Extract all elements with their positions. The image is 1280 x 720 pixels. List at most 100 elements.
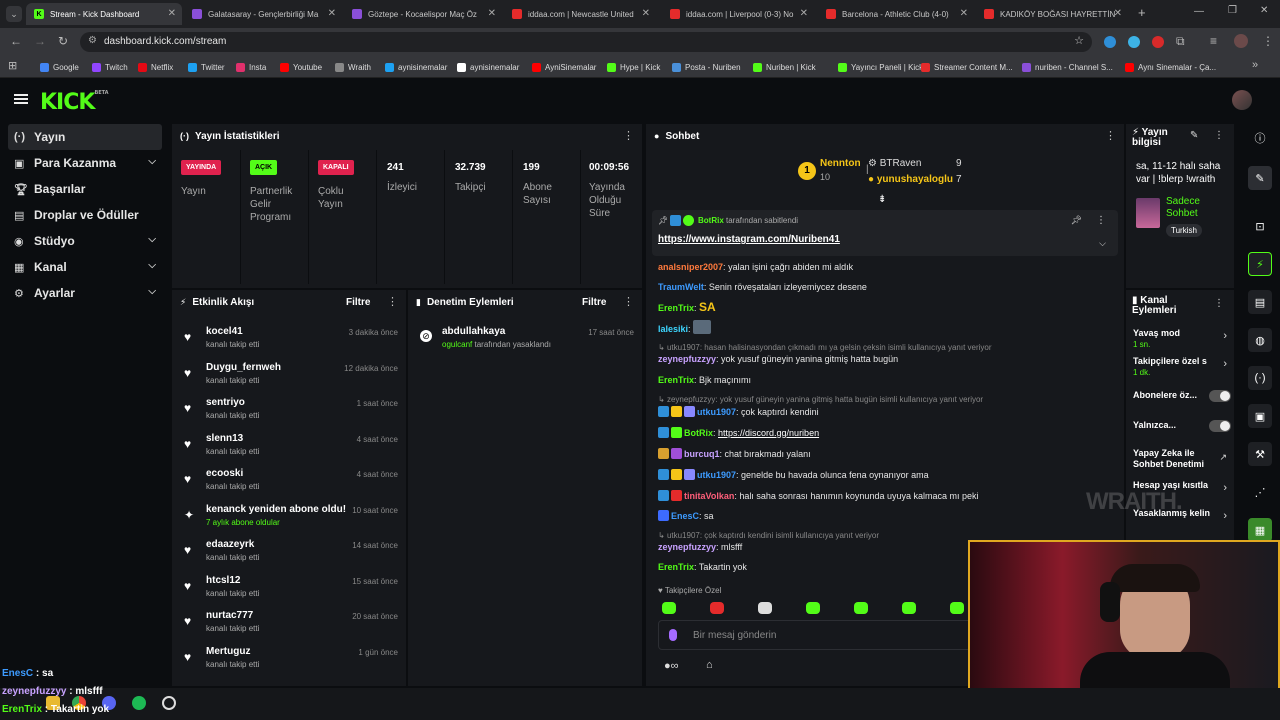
extension-icon[interactable] bbox=[1128, 36, 1140, 48]
scan-icon[interactable]: ⊡ bbox=[1248, 214, 1272, 238]
obs-icon[interactable] bbox=[162, 696, 176, 710]
profile-avatar[interactable] bbox=[1234, 34, 1248, 48]
chat-username[interactable]: zeynepfuzzyy bbox=[658, 542, 716, 552]
close-icon[interactable]: ✕ bbox=[488, 8, 496, 19]
bookmark-item[interactable]: Aynı Sinemalar - Ça... bbox=[1125, 60, 1216, 74]
sidebar-item-basarilar[interactable]: 🏆︎ Başarılar bbox=[8, 176, 162, 202]
emote-icon[interactable] bbox=[806, 602, 820, 614]
bookmark-item[interactable]: Streamer Content M... bbox=[921, 60, 1013, 74]
apps-grid-icon[interactable]: ⊞ bbox=[8, 59, 17, 72]
bookmark-item[interactable]: Twitter bbox=[188, 60, 225, 74]
more-options-icon[interactable]: ⋮ bbox=[1096, 215, 1106, 226]
sidebar-item-studyo[interactable]: ◉ Stüdyo ⌵ bbox=[8, 228, 162, 254]
edit-icon[interactable]: ✎ bbox=[1248, 166, 1272, 190]
more-options-icon[interactable]: ⋮ bbox=[387, 295, 398, 308]
chat-message[interactable]: lalesiki: bbox=[658, 320, 713, 334]
chat-message[interactable]: BotRix: https://discord.gg/nuriben bbox=[658, 427, 819, 438]
bookmark-item[interactable]: Nuriben | Kick bbox=[753, 60, 816, 74]
chat-message[interactable]: zeynepfuzzyy: mlsfff bbox=[658, 542, 742, 552]
tab-kick-dashboard[interactable]: K Stream - Kick Dashboard ✕ bbox=[26, 3, 182, 25]
category-thumbnail[interactable] bbox=[1136, 198, 1160, 228]
menu-icon[interactable]: ⋮ bbox=[1262, 34, 1274, 48]
chat-message[interactable]: analsniper2007: yalan işini çağrı abiden… bbox=[658, 262, 853, 272]
minimize-icon[interactable]: — bbox=[1194, 6, 1204, 17]
bookmark-item[interactable]: AyniSinemalar bbox=[532, 60, 596, 74]
chat-message[interactable]: utku1907: çok kaptırdı kendini bbox=[658, 406, 819, 417]
channel-action-item[interactable]: Takipçilere özel s1 dk. › bbox=[1133, 356, 1231, 382]
emote-icon[interactable] bbox=[902, 602, 916, 614]
bookmark-item[interactable]: Netflix bbox=[138, 60, 173, 74]
wrench-icon[interactable]: ⚒ bbox=[1248, 442, 1272, 466]
more-options-icon[interactable]: ⋮ bbox=[623, 129, 634, 142]
bookmark-item[interactable]: Google bbox=[40, 60, 79, 74]
extension-shield-icon[interactable] bbox=[1104, 36, 1116, 48]
extensions-puzzle-icon[interactable]: ⧉ bbox=[1176, 34, 1185, 49]
media-control-icon[interactable]: ≡ bbox=[1210, 34, 1217, 48]
site-info-icon[interactable]: ⚙ bbox=[88, 35, 97, 46]
channel-action-item[interactable]: Yavaş mod 1 sn. › bbox=[1133, 328, 1231, 354]
edit-icon[interactable]: ✎ bbox=[1190, 130, 1198, 141]
chat-username[interactable]: utku1907 bbox=[697, 407, 736, 417]
toggle-switch[interactable] bbox=[1209, 420, 1231, 432]
filter-button[interactable]: Filtre bbox=[582, 297, 606, 308]
bookmark-item[interactable]: Posta - Nuriben bbox=[672, 60, 741, 74]
back-icon[interactable]: ← bbox=[10, 34, 22, 48]
tab-kadikoy[interactable]: KADIKÖY BOĞASI HAYRETTİN ✕ bbox=[976, 3, 1128, 25]
user-avatar[interactable] bbox=[1232, 90, 1252, 110]
emote-icon[interactable] bbox=[950, 602, 964, 614]
channel-action-item[interactable]: Abonelere öz... bbox=[1133, 390, 1231, 416]
bookmark-star-icon[interactable]: ☆ bbox=[1074, 34, 1084, 47]
channel-action-item[interactable]: Yapay Zeka ile Sohbet Denetimi ↗ bbox=[1133, 448, 1231, 474]
reload-icon[interactable]: ↻ bbox=[58, 34, 68, 48]
broadcast-icon[interactable]: (·) bbox=[1248, 366, 1272, 390]
close-icon[interactable]: ✕ bbox=[642, 8, 650, 19]
emote-icon[interactable] bbox=[854, 602, 868, 614]
kick-logo[interactable]: KICKBETA bbox=[40, 90, 109, 115]
sidebar-item-para-kazanma[interactable]: ▣ Para Kazanma ⌵ bbox=[8, 150, 162, 176]
more-options-icon[interactable]: ⋮ bbox=[1214, 130, 1224, 141]
more-bookmarks-icon[interactable]: » bbox=[1252, 59, 1258, 71]
emote-icon[interactable] bbox=[710, 602, 724, 614]
chat-username[interactable]: lalesiki bbox=[658, 324, 688, 334]
bookmark-item[interactable]: Wraith bbox=[335, 60, 371, 74]
url-field[interactable]: ⚙ dashboard.kick.com/stream ☆ bbox=[80, 32, 1092, 52]
window-close-icon[interactable]: ✕ bbox=[1260, 5, 1268, 16]
tab-iddaa-newcastle[interactable]: iddaa.com | Newcastle United ✕ bbox=[504, 3, 656, 25]
chat-username[interactable]: ErenTrix bbox=[658, 562, 694, 572]
tag-badge[interactable]: Turkish bbox=[1166, 224, 1202, 237]
tab-search-icon[interactable]: ⌄ bbox=[6, 6, 22, 22]
chat-username[interactable]: TraumWelt bbox=[658, 282, 704, 292]
tab-barcelona[interactable]: Barcelona - Athletic Club (4-0) ✕ bbox=[818, 3, 974, 25]
chat-username[interactable]: utku1907 bbox=[697, 470, 736, 480]
bookmark-item[interactable]: nuriben - Channel S... bbox=[1022, 60, 1113, 74]
emote-icon[interactable] bbox=[662, 602, 676, 614]
reply-context[interactable]: ↳ utku1907: hasan halisinasyondan çıkmad… bbox=[658, 343, 992, 352]
pinned-link[interactable]: https://www.instagram.com/Nuriben41 bbox=[658, 234, 840, 245]
leader-name[interactable]: Nennton bbox=[820, 158, 861, 169]
chat-username[interactable]: tinitaVolkan bbox=[684, 491, 734, 501]
chat-message[interactable]: TraumWelt: Senin röveşataları izleyemiyc… bbox=[658, 282, 867, 292]
green-app-icon[interactable]: ▦ bbox=[1248, 518, 1272, 542]
sidebar-item-ayarlar[interactable]: ⚙ Ayarlar ⌵ bbox=[8, 280, 162, 306]
chat-message[interactable]: tinitaVolkan: halı saha sonrası hanımın … bbox=[658, 490, 979, 501]
close-icon[interactable]: ✕ bbox=[800, 8, 808, 19]
bookmark-item[interactable]: aynisinemalar bbox=[385, 60, 447, 74]
chat-username[interactable]: BotRix bbox=[684, 428, 713, 438]
info-icon[interactable]: ⓘ bbox=[1248, 126, 1272, 150]
collapse-icon[interactable]: ⇟ bbox=[878, 194, 886, 205]
chat-username[interactable]: ErenTrix bbox=[658, 375, 694, 385]
reply-context[interactable]: ↳ utku1907: çok kaptırdı kendini isimli … bbox=[658, 531, 879, 540]
emote-picker-icon[interactable]: ●∞ bbox=[664, 660, 679, 672]
chat-message[interactable]: EnesC: sa bbox=[658, 510, 714, 521]
chat-message[interactable]: utku1907: genelde bu havada olunca fena … bbox=[658, 469, 929, 480]
maximize-icon[interactable]: ❐ bbox=[1228, 5, 1237, 16]
chat-message[interactable]: zeynepfuzzyy: yok yusuf güneyin yanina g… bbox=[658, 354, 898, 364]
chat-username[interactable]: EnesC bbox=[671, 511, 699, 521]
new-tab-icon[interactable]: + bbox=[1138, 5, 1146, 20]
mic-icon[interactable] bbox=[669, 629, 677, 641]
close-icon[interactable]: ✕ bbox=[168, 8, 176, 19]
bookmark-item[interactable]: Hype | Kick bbox=[607, 60, 660, 74]
chat-message[interactable]: ErenTrix: Takartin yok bbox=[658, 562, 747, 572]
stats-icon[interactable]: ▤ bbox=[1248, 290, 1272, 314]
channel-action-item[interactable]: Yalnızca... bbox=[1133, 420, 1231, 446]
